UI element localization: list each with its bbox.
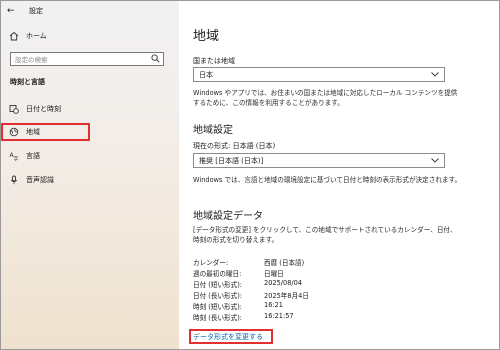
country-value: 日本	[199, 70, 213, 79]
sidebar-item-language[interactable]: A字 言語	[9, 149, 41, 163]
region-data-description: [データ形式の変更] をクリックして、この地域でサポートされているカレンダー、日…	[193, 226, 457, 244]
change-data-format-link[interactable]: データ形式を変更する	[193, 332, 263, 342]
svg-text:字: 字	[14, 156, 19, 162]
data-row-key: カレンダー:	[193, 259, 229, 267]
data-row-value: 2025年8月4日	[264, 292, 309, 300]
settings-window: ← 設定 ホーム 設定の検索 時刻と言語 日付と時刻 地域 A 字 言語 音声認…	[0, 0, 500, 350]
chevron-down-icon	[431, 71, 439, 79]
home-label: ホーム	[26, 32, 47, 40]
data-row-key: 日付 (短い形式):	[193, 281, 243, 289]
sidebar-item-speech[interactable]: 音声認識	[9, 173, 54, 187]
sidebar-section-title: 時刻と言語	[10, 78, 45, 86]
calendar-clock-icon	[9, 104, 19, 114]
data-row-key: 日付 (長い形式):	[193, 292, 243, 300]
nav-home[interactable]: ホーム	[9, 31, 47, 41]
data-row-key: 週の最初の曜日:	[193, 270, 242, 278]
data-row-short-time: 時刻 (短い形式): 16:21	[193, 301, 453, 311]
current-format-label: 現在の形式: 日本語 (日本)	[193, 142, 276, 150]
search-input[interactable]: 設定の検索	[10, 52, 164, 66]
data-row-first-day: 週の最初の曜日: 日曜日	[193, 268, 453, 278]
data-row-long-date: 日付 (長い形式): 2025年8月4日	[193, 290, 453, 300]
page-title: 地域	[193, 29, 220, 44]
region-format-heading: 地域設定	[193, 125, 233, 136]
microphone-icon	[9, 175, 19, 185]
sidebar-item-date-time[interactable]: 日付と時刻	[9, 102, 61, 116]
data-row-value: 西暦 (日本語)	[264, 259, 305, 267]
search-placeholder: 設定の検索	[15, 56, 48, 64]
country-label: 国または地域	[193, 57, 235, 65]
data-row-value: 2025/08/04	[264, 279, 303, 287]
data-row-value: 16:21	[264, 301, 284, 309]
country-dropdown[interactable]: 日本	[193, 67, 445, 82]
data-row-calendar: カレンダー: 西暦 (日本語)	[193, 257, 453, 267]
data-row-value: 16:21:57	[264, 312, 294, 320]
title-bar: ← 設定	[7, 5, 43, 17]
data-row-key: 時刻 (短い形式):	[193, 303, 243, 311]
data-row-value: 日曜日	[264, 270, 284, 278]
home-icon	[9, 31, 19, 41]
region-data-heading: 地域設定データ	[193, 211, 263, 222]
sidebar-item-label: 音声認識	[26, 176, 54, 184]
regional-format-dropdown[interactable]: 推奨 [日本語 (日本)]	[193, 153, 445, 168]
language-icon: A字	[9, 151, 19, 163]
sidebar: ← 設定 ホーム 設定の検索 時刻と言語 日付と時刻 地域 A 字 言語 音声認…	[1, 1, 179, 349]
selected-item-highlight	[1, 123, 90, 141]
search-icon	[151, 53, 160, 65]
country-description: Windows やアプリでは、お住まいの国または地域に対応したローカル コンテン…	[193, 89, 458, 107]
chevron-down-icon	[431, 157, 439, 165]
data-row-short-date: 日付 (短い形式): 2025/08/04	[193, 279, 453, 289]
data-row-long-time: 時刻 (長い形式): 16:21:57	[193, 312, 453, 322]
back-arrow-icon[interactable]: ←	[7, 6, 17, 16]
window-title: 設定	[29, 7, 43, 15]
sidebar-item-label: 言語	[26, 152, 40, 160]
format-description: Windows では、言語と地域の環境設定に基づいて日付と時刻の表示形式が決定さ…	[193, 176, 462, 184]
format-value: 推奨 [日本語 (日本)]	[199, 156, 264, 165]
data-row-key: 時刻 (長い形式):	[193, 314, 243, 322]
main-content: 地域 国または地域 日本 Windows やアプリでは、お住まいの国または地域に…	[179, 1, 499, 349]
sidebar-item-label: 日付と時刻	[26, 105, 61, 113]
